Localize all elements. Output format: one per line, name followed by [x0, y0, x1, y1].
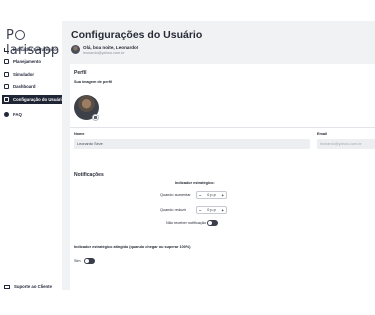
- no-notification-toggle[interactable]: [207, 220, 218, 226]
- sidebar-item-label: FAQ: [13, 112, 22, 117]
- sidebar-item-label: Suporte ao Cliente: [14, 284, 52, 289]
- sidebar-item-label: Simulador: [13, 72, 35, 77]
- name-label: Nome: [74, 132, 85, 136]
- sidebar-item-dashboard[interactable]: Dashboard: [4, 82, 62, 91]
- sidebar-item-simulador[interactable]: Simulador: [4, 70, 62, 79]
- main-panel: Configurações do Usuário Olá, boa noite,…: [62, 21, 375, 291]
- decrease-stepper: − 0 p.p +: [196, 206, 227, 214]
- user-settings-icon: [4, 97, 9, 102]
- name-field[interactable]: Leonardo Seve: [74, 139, 310, 149]
- sidebar-item-label: Planejamento: [13, 59, 41, 64]
- divider: [70, 127, 375, 128]
- strategic-indicator-subtitle: Indicador estratégico:: [175, 181, 215, 185]
- greeting-email: leonardo@yahoo.com.br: [83, 51, 125, 55]
- profile-card: Perfil Sua imagem de perfil Nome Leonard…: [70, 64, 375, 174]
- sidebar-item-configuracao-usuario[interactable]: Configuração do Usuário: [2, 95, 65, 104]
- sidebar-item-label: Configuração do Usuário: [13, 97, 65, 102]
- bar-chart-icon: [4, 47, 9, 52]
- calculator-icon: [4, 72, 9, 77]
- sidebar: Plarisapp Indicador Estratégico Planejam…: [0, 0, 65, 315]
- increase-value[interactable]: 0 p.p: [207, 193, 215, 197]
- help-icon: [4, 112, 9, 117]
- dashboard-icon: [4, 84, 9, 89]
- avatar: [71, 45, 80, 54]
- sidebar-item-suporte[interactable]: Suporte ao Cliente: [4, 284, 52, 289]
- no-notification-label: Não receber notificação: [166, 221, 207, 225]
- greeting-text: Olá, boa noite, Leonardo!: [83, 45, 139, 50]
- camera-icon[interactable]: [92, 114, 99, 121]
- profile-title: Perfil: [74, 70, 87, 76]
- email-label: Email: [317, 132, 328, 136]
- sidebar-item-label: Dashboard: [13, 84, 36, 89]
- decrement-button[interactable]: −: [199, 208, 201, 213]
- sidebar-item-faq[interactable]: FAQ: [4, 110, 62, 119]
- increment-button[interactable]: +: [222, 208, 224, 213]
- increase-stepper: − 0 p.p +: [196, 191, 227, 199]
- app-window: Plarisapp Indicador Estratégico Planejam…: [0, 0, 375, 315]
- notifications-title: Notificações: [74, 172, 104, 178]
- support-icon: [4, 284, 10, 289]
- notifications-card: Notificações Indicador estratégico: Quan…: [70, 164, 375, 291]
- edit-icon: [4, 59, 9, 64]
- logo-ring-icon: [14, 30, 25, 40]
- profile-image-label: Sua imagem de perfil: [74, 80, 113, 84]
- decrease-value[interactable]: 0 p.p: [207, 208, 215, 212]
- sidebar-item-planejamento[interactable]: Planejamento: [4, 57, 62, 66]
- page-title: Configurações do Usuário: [71, 29, 203, 41]
- yes-label: Sim: [74, 259, 81, 263]
- sidebar-item-label: Indicador Estratégico: [13, 47, 57, 52]
- decrease-label: Quando reduzir: [160, 208, 187, 212]
- sidebar-item-indicador-estrategico[interactable]: Indicador Estratégico: [4, 45, 62, 54]
- email-field[interactable]: leonardo@yahoo.com.br: [317, 139, 375, 149]
- target-reached-toggle[interactable]: [84, 258, 95, 264]
- increase-label: Quando aumentar: [160, 193, 191, 197]
- decrement-button[interactable]: −: [199, 193, 201, 198]
- increment-button[interactable]: +: [222, 193, 224, 198]
- target-reached-label: Indicador estratégico atingido (quando c…: [74, 245, 191, 249]
